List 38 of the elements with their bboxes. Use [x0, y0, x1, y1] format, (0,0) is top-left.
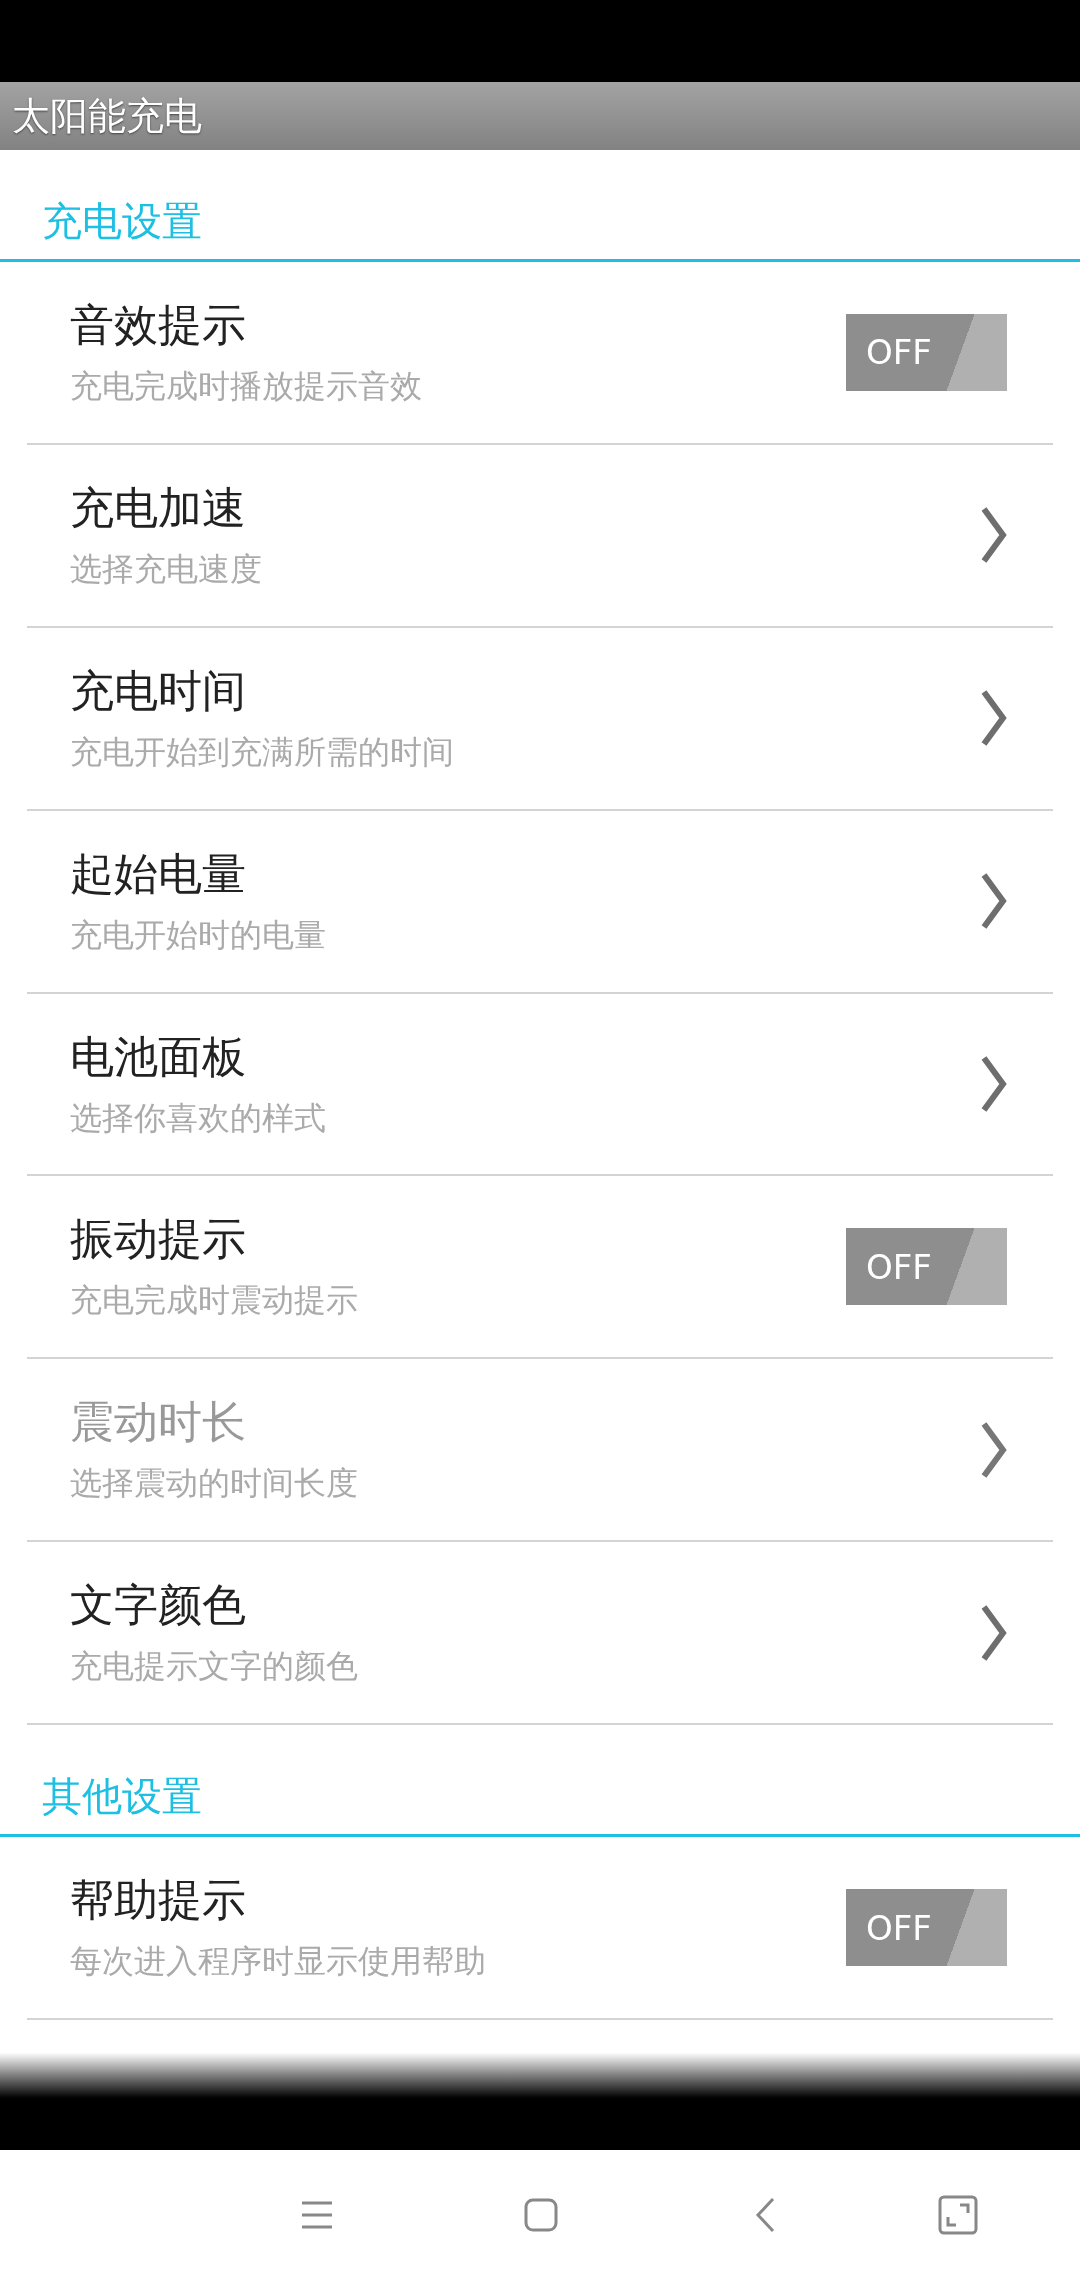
- setting-title: 充电加速: [70, 480, 247, 535]
- setting-title: 充电时间: [70, 663, 247, 718]
- settings-row[interactable]: 振动提示 充电完成时震动提示 OFF: [27, 1176, 1053, 1360]
- chevron-right-icon: [981, 1420, 1007, 1479]
- chevron-right-icon: [981, 1055, 1007, 1114]
- chevron-right-icon: [981, 506, 1007, 565]
- settings-row[interactable]: 充电加速 选择充电速度: [27, 444, 1053, 628]
- chevron-right-icon: [981, 1603, 1007, 1662]
- settings-row[interactable]: 文字颜色 充电提示文字的颜色: [27, 1542, 1053, 1726]
- settings-row[interactable]: 音效提示 充电完成时播放提示音效 OFF: [27, 261, 1053, 445]
- chevron-right-icon: [981, 872, 1007, 931]
- setting-summary: 充电完成时震动提示: [70, 1280, 358, 1322]
- setting-title: 起始电量: [70, 846, 247, 901]
- setting-summary: 每次进入程序时显示使用帮助: [70, 1941, 486, 1983]
- section-header: 其他设置: [42, 1772, 202, 1822]
- setting-title: 振动提示: [70, 1212, 247, 1267]
- settings-row[interactable]: 起始电量 充电开始时的电量: [27, 810, 1053, 994]
- chevron-right-icon: [981, 689, 1007, 748]
- setting-summary: 选择震动的时间长度: [70, 1463, 358, 1505]
- back-icon: [755, 2197, 775, 2233]
- setting-title: 震动时长: [70, 1395, 247, 1450]
- settings-row[interactable]: 电池面板 选择你喜欢的样式: [27, 993, 1053, 1177]
- square-icon: [524, 2198, 558, 2232]
- app-title: 太阳能充电: [12, 92, 202, 140]
- setting-summary: 选择你喜欢的样式: [70, 1097, 326, 1139]
- expand-icon: [938, 2195, 978, 2235]
- setting-summary: 选择充电速度: [70, 548, 262, 590]
- setting-title: 帮助提示: [70, 1873, 247, 1928]
- setting-summary: 充电开始时的电量: [70, 914, 326, 956]
- settings-row[interactable]: 充电时间 充电开始到充满所需的时间: [27, 627, 1053, 811]
- setting-summary: 充电开始到充满所需的时间: [70, 731, 454, 773]
- menu-icon: [301, 2201, 333, 2229]
- setting-title: 电池面板: [70, 1029, 247, 1084]
- setting-summary: 充电完成时播放提示音效: [70, 365, 422, 407]
- section-header: 充电设置: [42, 196, 202, 246]
- setting-summary: 充电提示文字的颜色: [70, 1646, 358, 1688]
- setting-title: 音效提示: [70, 297, 247, 352]
- setting-title: 文字颜色: [70, 1578, 247, 1633]
